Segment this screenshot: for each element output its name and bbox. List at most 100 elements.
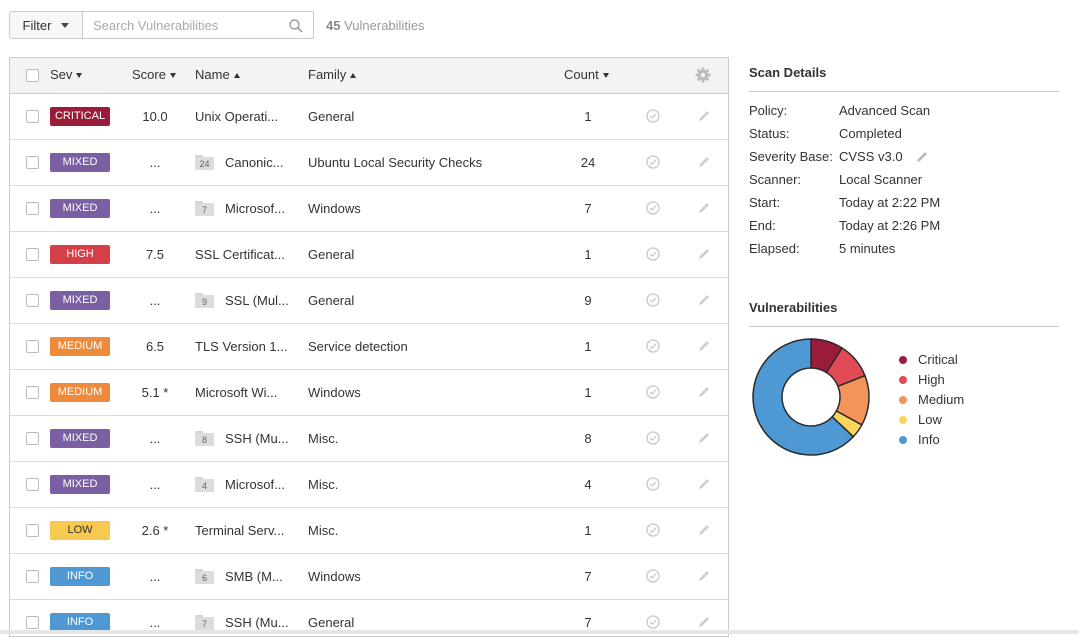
row-checkbox[interactable]	[26, 524, 39, 537]
name-cell[interactable]: Microsoft Wi...	[195, 370, 300, 415]
name-cell[interactable]: 7 Microsof...	[195, 186, 300, 231]
check-circle-icon[interactable]	[646, 569, 660, 583]
select-all-checkbox[interactable]	[26, 69, 39, 82]
table-row[interactable]: INFO ... 6 SMB (M... Windows 7	[10, 554, 728, 600]
table-row[interactable]: MEDIUM 6.5 TLS Version 1... Service dete…	[10, 324, 728, 370]
row-checkbox[interactable]	[26, 248, 39, 261]
family-cell: General	[308, 293, 355, 308]
check-circle-icon[interactable]	[646, 293, 660, 307]
table-row[interactable]: MEDIUM 5.1 * Microsoft Wi... Windows 1	[10, 370, 728, 416]
check-circle-icon[interactable]	[646, 339, 660, 353]
edit-pencil-icon[interactable]	[697, 155, 711, 169]
check-circle-icon[interactable]	[646, 431, 660, 445]
row-checkbox[interactable]	[26, 340, 39, 353]
gear-icon[interactable]	[695, 67, 711, 83]
header-score[interactable]: Score	[132, 58, 176, 93]
bottom-scrollbar[interactable]	[0, 630, 1079, 634]
row-checkbox[interactable]	[26, 294, 39, 307]
row-checkbox[interactable]	[26, 156, 39, 169]
name-cell[interactable]: 9 SSL (Mul...	[195, 278, 300, 323]
edit-pencil-icon[interactable]	[697, 201, 711, 215]
check-circle-icon[interactable]	[646, 247, 660, 261]
header-count[interactable]: Count	[564, 58, 609, 93]
row-checkbox[interactable]	[26, 616, 39, 629]
edit-pencil-icon[interactable]	[697, 569, 711, 583]
table-row[interactable]: MIXED ... 7 Microsof... Windows 7	[10, 186, 728, 232]
search-input[interactable]	[83, 12, 283, 38]
header-name-label: Name	[195, 67, 230, 82]
severity-badge: MIXED	[50, 153, 110, 172]
table-row[interactable]: MIXED ... 8 SSH (Mu... Misc. 8	[10, 416, 728, 462]
legend-item-low[interactable]: Low	[899, 410, 942, 430]
edit-pencil-icon[interactable]	[697, 385, 711, 399]
legend-item-info[interactable]: Info	[899, 430, 940, 450]
check-circle-icon[interactable]	[646, 523, 660, 537]
edit-pencil-icon[interactable]	[697, 615, 711, 629]
severity-badge: MEDIUM	[50, 337, 110, 356]
header-sev[interactable]: Sev	[50, 58, 83, 93]
score-cell: ...	[149, 431, 161, 446]
row-checkbox[interactable]	[26, 110, 39, 123]
severity-badge: LOW	[50, 521, 110, 540]
check-circle-icon[interactable]	[646, 477, 660, 491]
edit-pencil-icon[interactable]	[697, 247, 711, 261]
name-cell[interactable]: TLS Version 1...	[195, 324, 300, 369]
vulnerabilities-table: Sev Score Name Family Count CRITICAL 10.…	[9, 57, 729, 637]
row-checkbox[interactable]	[26, 432, 39, 445]
group-count: 9	[195, 295, 214, 309]
check-circle-icon[interactable]	[646, 201, 660, 215]
header-family-label: Family	[308, 67, 347, 82]
edit-pencil-icon[interactable]	[697, 477, 711, 491]
check-circle-icon[interactable]	[646, 155, 660, 169]
scan-detail-value: 5 minutes	[839, 241, 896, 256]
edit-pencil-icon[interactable]	[697, 109, 711, 123]
count-cell: 1	[584, 523, 592, 538]
edit-pencil-icon[interactable]	[697, 523, 711, 537]
edit-pencil-icon[interactable]	[697, 431, 711, 445]
name-cell[interactable]: SSL Certificat...	[195, 232, 300, 277]
edit-pencil-icon[interactable]	[697, 293, 711, 307]
row-checkbox[interactable]	[26, 478, 39, 491]
search-icon[interactable]	[289, 19, 303, 33]
name-text: SSL (Mul...	[225, 293, 289, 308]
table-row[interactable]: MIXED ... 9 SSL (Mul... General 9	[10, 278, 728, 324]
scan-detail-item: End: Today at 2:26 PM	[749, 214, 1059, 237]
score-cell: 2.6 *	[141, 523, 169, 538]
legend-item-high[interactable]: High	[899, 370, 945, 390]
table-body: CRITICAL 10.0 Unix Operati... General 1 …	[10, 94, 728, 636]
name-text: Microsof...	[225, 201, 285, 216]
name-cell[interactable]: 24 Canonic...	[195, 140, 300, 185]
table-row[interactable]: MIXED ... 24 Canonic... Ubuntu Local Secu…	[10, 140, 728, 186]
row-checkbox[interactable]	[26, 386, 39, 399]
check-circle-icon[interactable]	[646, 385, 660, 399]
row-checkbox[interactable]	[26, 202, 39, 215]
scan-detail-value: Today at 2:26 PM	[839, 218, 941, 233]
header-name[interactable]: Name	[195, 58, 240, 93]
name-cell[interactable]: 6 SMB (M...	[195, 554, 300, 599]
scan-detail-key: Status:	[749, 126, 790, 141]
legend-dot	[899, 435, 907, 444]
edit-pencil-icon[interactable]	[915, 150, 929, 164]
severity-badge: MIXED	[50, 475, 110, 494]
group-count: 8	[195, 433, 214, 447]
filter-button[interactable]: Filter	[9, 11, 83, 39]
table-row[interactable]: CRITICAL 10.0 Unix Operati... General 1	[10, 94, 728, 140]
vulnerability-count: 45 Vulnerabilities	[326, 18, 425, 33]
header-score-label: Score	[132, 67, 166, 82]
table-row[interactable]: LOW 2.6 * Terminal Serv... Misc. 1	[10, 508, 728, 554]
name-text: Terminal Serv...	[195, 523, 285, 538]
table-row[interactable]: HIGH 7.5 SSL Certificat... General 1	[10, 232, 728, 278]
check-circle-icon[interactable]	[646, 109, 660, 123]
name-cell[interactable]: 4 Microsof...	[195, 462, 300, 507]
row-checkbox[interactable]	[26, 570, 39, 583]
name-cell[interactable]: Unix Operati...	[195, 94, 300, 139]
table-row[interactable]: MIXED ... 4 Microsof... Misc. 4	[10, 462, 728, 508]
scan-detail-key: Start:	[749, 195, 781, 210]
legend-item-critical[interactable]: Critical	[899, 350, 958, 370]
name-cell[interactable]: 8 SSH (Mu...	[195, 416, 300, 461]
header-family[interactable]: Family	[308, 58, 357, 93]
check-circle-icon[interactable]	[646, 615, 660, 629]
name-cell[interactable]: Terminal Serv...	[195, 508, 300, 553]
legend-item-medium[interactable]: Medium	[899, 390, 964, 410]
edit-pencil-icon[interactable]	[697, 339, 711, 353]
